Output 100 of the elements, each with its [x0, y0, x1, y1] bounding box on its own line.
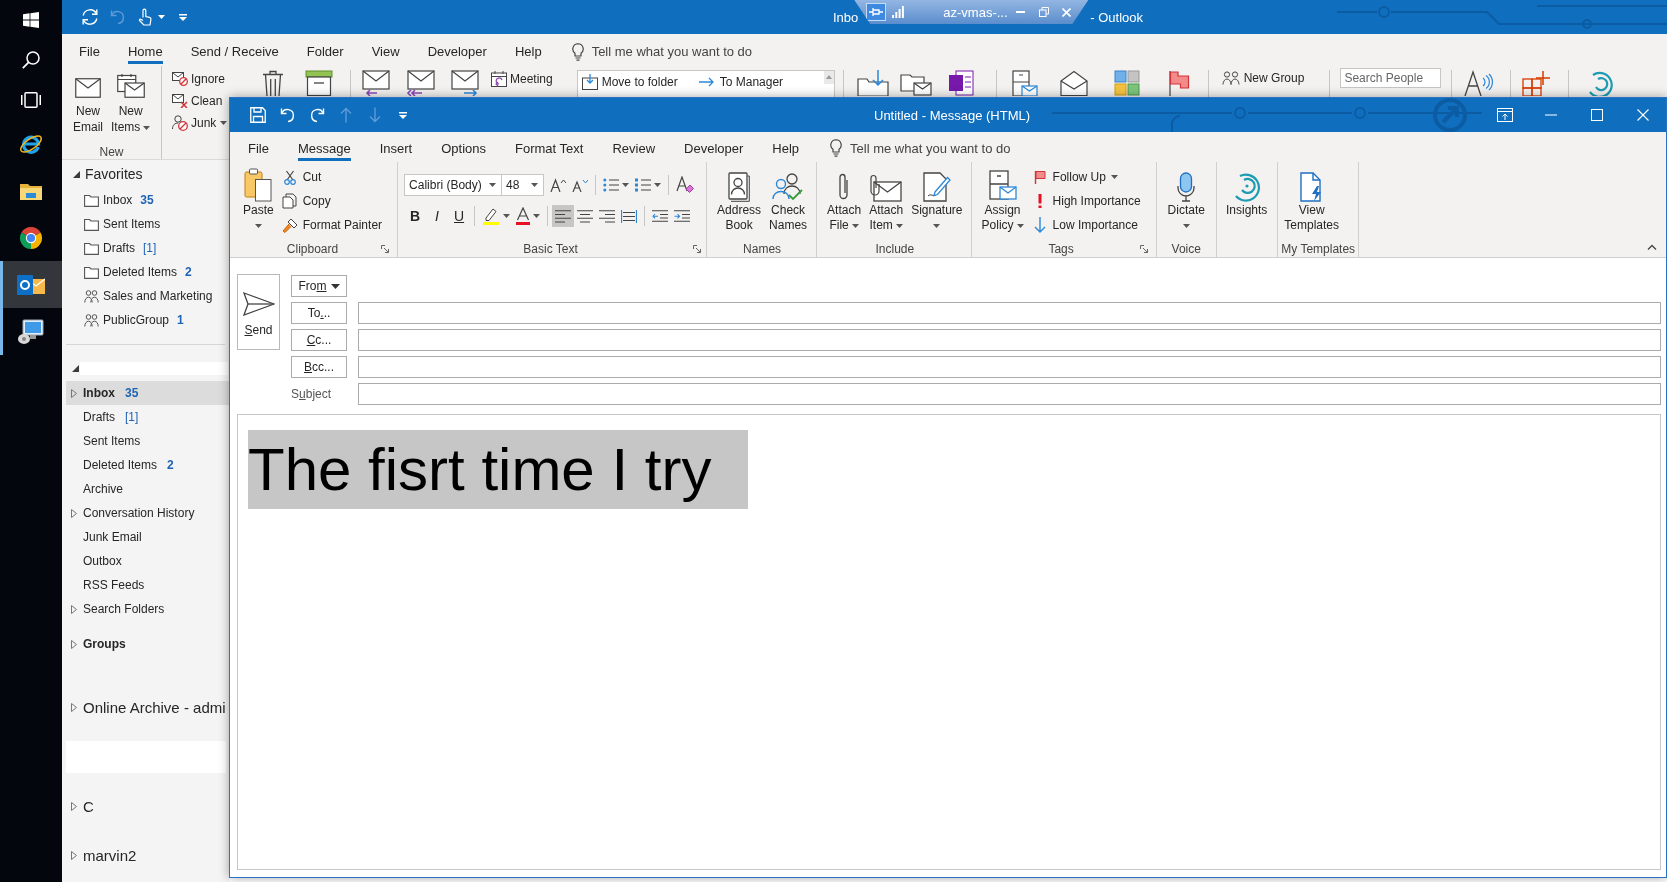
favorite-item[interactable]: Inbox 35: [62, 188, 229, 212]
chevron-up-icon[interactable]: [1647, 244, 1657, 250]
ribbon-tab[interactable]: Developer: [427, 38, 487, 64]
folder-down-arrow-icon[interactable]: [856, 70, 889, 96]
meeting-button[interactable]: Meeting: [490, 70, 554, 88]
reply-icon[interactable]: [362, 70, 390, 96]
follow-up-button[interactable]: Follow Up: [1028, 165, 1144, 189]
quick-step-button[interactable]: To Manager: [697, 74, 785, 90]
tell-me-box[interactable]: Tell me what you want to do: [571, 38, 753, 64]
expanded-triangle-icon[interactable]: [73, 170, 80, 178]
ribbon-tab[interactable]: Help: [772, 134, 800, 161]
corner-arrow-icon[interactable]: [381, 244, 390, 253]
folder-item[interactable]: Inbox 35: [66, 381, 229, 405]
font-size-combobox[interactable]: 48: [501, 174, 545, 196]
redo-icon[interactable]: [309, 107, 325, 123]
ribbon-tab[interactable]: File: [248, 134, 269, 161]
pointing-hand-icon[interactable]: [138, 8, 152, 26]
collapsed-triangle-icon[interactable]: [71, 801, 77, 811]
corner-arrow-icon[interactable]: [1139, 244, 1148, 253]
folder-item[interactable]: Conversation History: [66, 501, 229, 525]
new-email-button[interactable]: New Email: [70, 66, 106, 144]
favorites-header[interactable]: Favorites: [62, 160, 229, 188]
tell-me-box[interactable]: Tell me what you want to do: [830, 134, 1011, 161]
format-painter-button[interactable]: Format Painter: [278, 213, 386, 237]
sync-icon[interactable]: [81, 8, 99, 26]
ribbon-tab[interactable]: Insert: [379, 134, 413, 161]
paste-button[interactable]: Paste: [240, 162, 277, 233]
folder-item[interactable]: Junk Email: [66, 525, 229, 549]
search-people-field[interactable]: Search People: [1340, 68, 1442, 88]
new-items-button[interactable]: New Items: [108, 66, 154, 144]
ribbon-tab[interactable]: Format Text: [515, 134, 584, 161]
favorite-item[interactable]: Sales and Marketing: [62, 284, 229, 308]
cabinet-envelope-icon[interactable]: [1011, 70, 1038, 96]
favorite-item[interactable]: PublicGroup 1: [62, 308, 229, 332]
forward-icon[interactable]: [451, 70, 479, 96]
recipient-field[interactable]: [358, 356, 1661, 378]
cut-button[interactable]: Cut: [278, 165, 386, 189]
save-icon[interactable]: [250, 107, 266, 123]
open-envelope-icon[interactable]: [1059, 70, 1088, 96]
bar-caret-icon[interactable]: [399, 111, 407, 119]
ignore-button[interactable]: Ignore: [171, 68, 228, 90]
send-button[interactable]: Send: [237, 274, 280, 350]
ribbon-tab[interactable]: Developer: [684, 134, 744, 161]
italic-button[interactable]: I: [426, 205, 449, 227]
store-item[interactable]: Online Archive - admi: [66, 695, 229, 719]
store-item[interactable]: marvin2: [66, 843, 229, 867]
recipient-button[interactable]: Cc...: [291, 329, 347, 351]
folder-item[interactable]: Search Folders: [66, 597, 229, 621]
collapsed-triangle-icon[interactable]: [71, 388, 77, 398]
archive-box-icon[interactable]: [305, 70, 333, 96]
favorite-item[interactable]: Sent Items: [62, 212, 229, 236]
color-squares-icon[interactable]: [1113, 70, 1140, 96]
folder-item[interactable]: Archive: [66, 477, 229, 501]
corner-arrow-icon[interactable]: [693, 244, 702, 253]
folder-item[interactable]: Drafts [1]: [66, 405, 229, 429]
trash-icon[interactable]: [262, 70, 284, 96]
close-icon[interactable]: [1061, 7, 1071, 17]
taskbar-button[interactable]: [0, 261, 62, 308]
underline-button[interactable]: U: [448, 205, 471, 227]
reply-all-icon[interactable]: [405, 70, 435, 96]
collapsed-triangle-icon[interactable]: [71, 702, 77, 712]
recipient-field[interactable]: [358, 329, 1661, 351]
recipient-button[interactable]: To...: [291, 302, 347, 324]
favorite-item[interactable]: Drafts [1]: [62, 236, 229, 260]
notebook-icon[interactable]: [947, 70, 974, 96]
folder-item[interactable]: RSS Feeds: [66, 573, 229, 597]
from-button[interactable]: From: [291, 275, 347, 297]
low-importance-button[interactable]: Low Importance: [1028, 213, 1144, 237]
bold-button[interactable]: B: [404, 205, 427, 227]
ribbon-tab[interactable]: Folder: [306, 38, 344, 64]
signature-button[interactable]: Signature: [908, 162, 966, 233]
favorite-item[interactable]: Deleted Items 2: [62, 260, 229, 284]
letter-sound-waves-icon[interactable]: [1463, 70, 1495, 96]
folder-item[interactable]: Deleted Items 2: [66, 453, 229, 477]
ribbon-tab[interactable]: File: [79, 38, 100, 64]
insights-button[interactable]: Insights: [1222, 162, 1271, 218]
ribbon-tab[interactable]: View: [371, 38, 400, 64]
align-left-button[interactable]: [552, 205, 575, 227]
assign-policy-button[interactable]: Assign Policy: [978, 162, 1027, 233]
recipient-button[interactable]: Bcc...: [291, 356, 347, 378]
ribbon-tab[interactable]: Send / Receive: [190, 38, 279, 64]
font-name-combobox[interactable]: Calibri (Body): [404, 174, 503, 196]
message-body-field[interactable]: The fisrt time I try: [237, 414, 1661, 870]
clean-up-button[interactable]: Clean: [171, 90, 228, 112]
new-group-button[interactable]: New Group: [1220, 70, 1306, 86]
minimize-icon[interactable]: [1015, 11, 1025, 13]
flag-icon[interactable]: [1167, 70, 1190, 96]
collapsed-triangle-icon[interactable]: [71, 850, 77, 860]
pin-button[interactable]: [866, 3, 887, 21]
restore-icon[interactable]: [1038, 7, 1049, 17]
address-book-button[interactable]: Address Book: [714, 162, 765, 233]
subject-field[interactable]: [358, 383, 1661, 405]
ribbon-tab[interactable]: Options: [441, 134, 487, 161]
attach-file-button[interactable]: Attach File: [824, 162, 865, 233]
folder-item[interactable]: Outbox: [66, 549, 229, 573]
view-templates-button[interactable]: View Templates: [1281, 162, 1342, 233]
recipient-field[interactable]: [358, 302, 1661, 324]
ribbon-tab[interactable]: Review: [612, 134, 656, 161]
dictate-button[interactable]: Dictate: [1164, 162, 1208, 233]
attach-item-button[interactable]: Attach Item: [866, 162, 907, 233]
